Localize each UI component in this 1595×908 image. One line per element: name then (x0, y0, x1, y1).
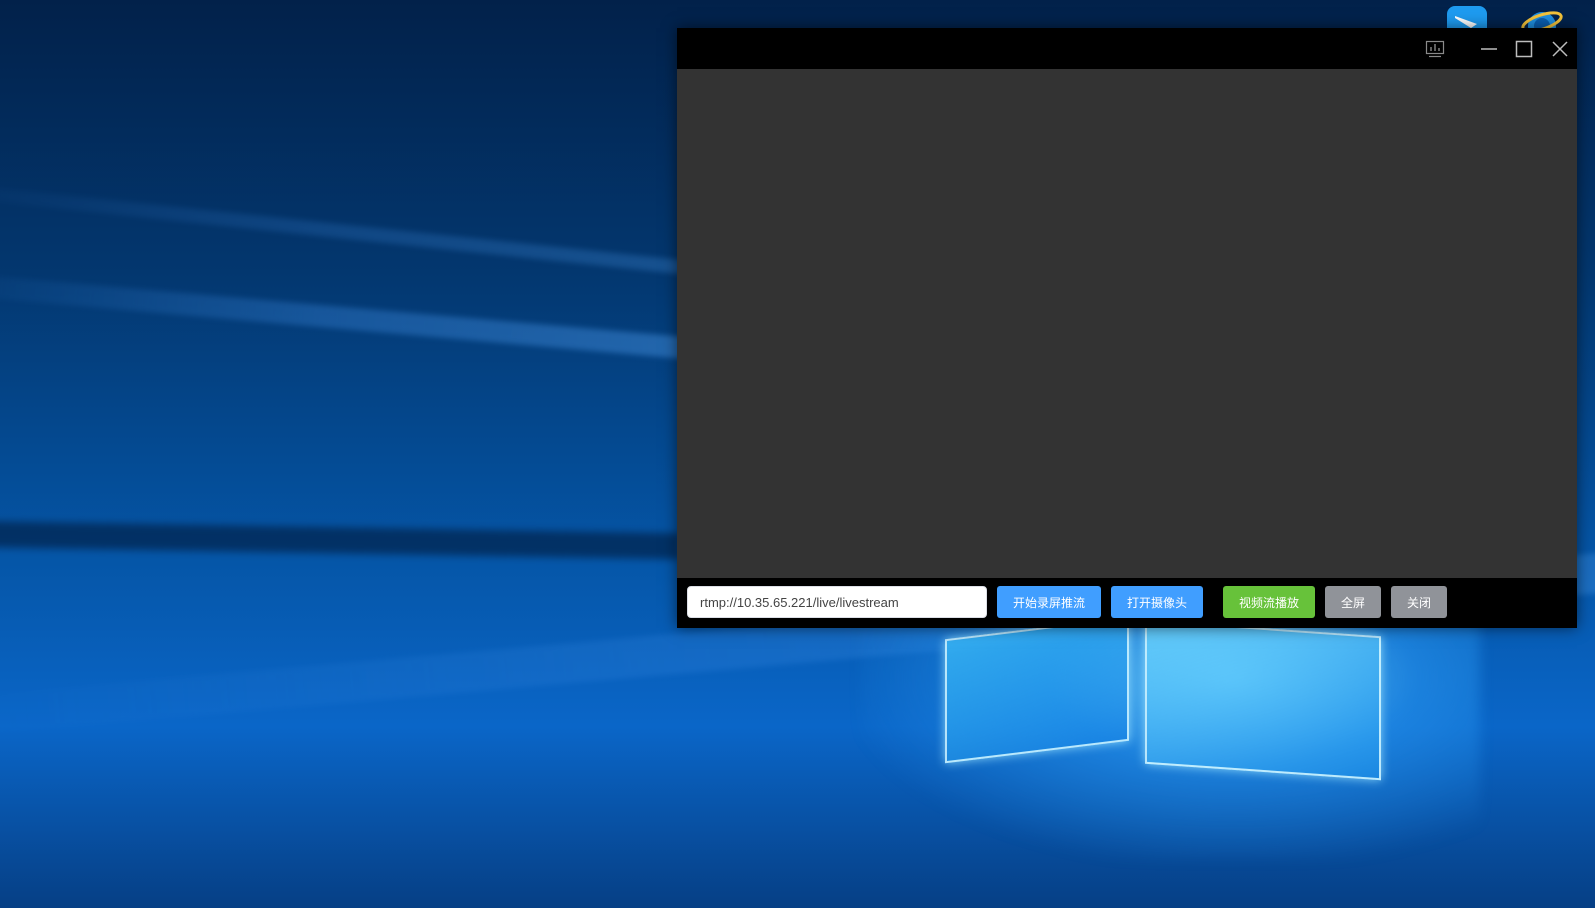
video-display-area[interactable] (677, 69, 1577, 578)
start-screen-push-button[interactable]: 开始录屏推流 (997, 586, 1101, 618)
fullscreen-button[interactable]: 全屏 (1325, 586, 1381, 618)
stream-player-window: 开始录屏推流 打开摄像头 视频流播放 全屏 关闭 (677, 28, 1577, 628)
stats-icon[interactable] (1423, 37, 1447, 61)
play-stream-button[interactable]: 视频流播放 (1223, 586, 1315, 618)
wallpaper-shadow (0, 520, 681, 560)
title-bar[interactable] (677, 28, 1577, 69)
open-camera-button[interactable]: 打开摄像头 (1111, 586, 1203, 618)
app-shortcut-icon[interactable] (1445, 4, 1489, 36)
close-icon[interactable] (1548, 37, 1572, 61)
stream-url-input[interactable] (687, 586, 987, 618)
control-bar: 开始录屏推流 打开摄像头 视频流播放 全屏 关闭 (677, 578, 1577, 628)
wallpaper-window-pane (1145, 619, 1381, 781)
internet-explorer-icon[interactable] (1520, 4, 1564, 40)
wallpaper-window-pane (945, 616, 1129, 764)
maximize-icon[interactable] (1512, 37, 1536, 61)
minimize-icon[interactable] (1477, 37, 1501, 61)
close-button[interactable]: 关闭 (1391, 586, 1447, 618)
desktop: 开始录屏推流 打开摄像头 视频流播放 全屏 关闭 (0, 0, 1595, 908)
